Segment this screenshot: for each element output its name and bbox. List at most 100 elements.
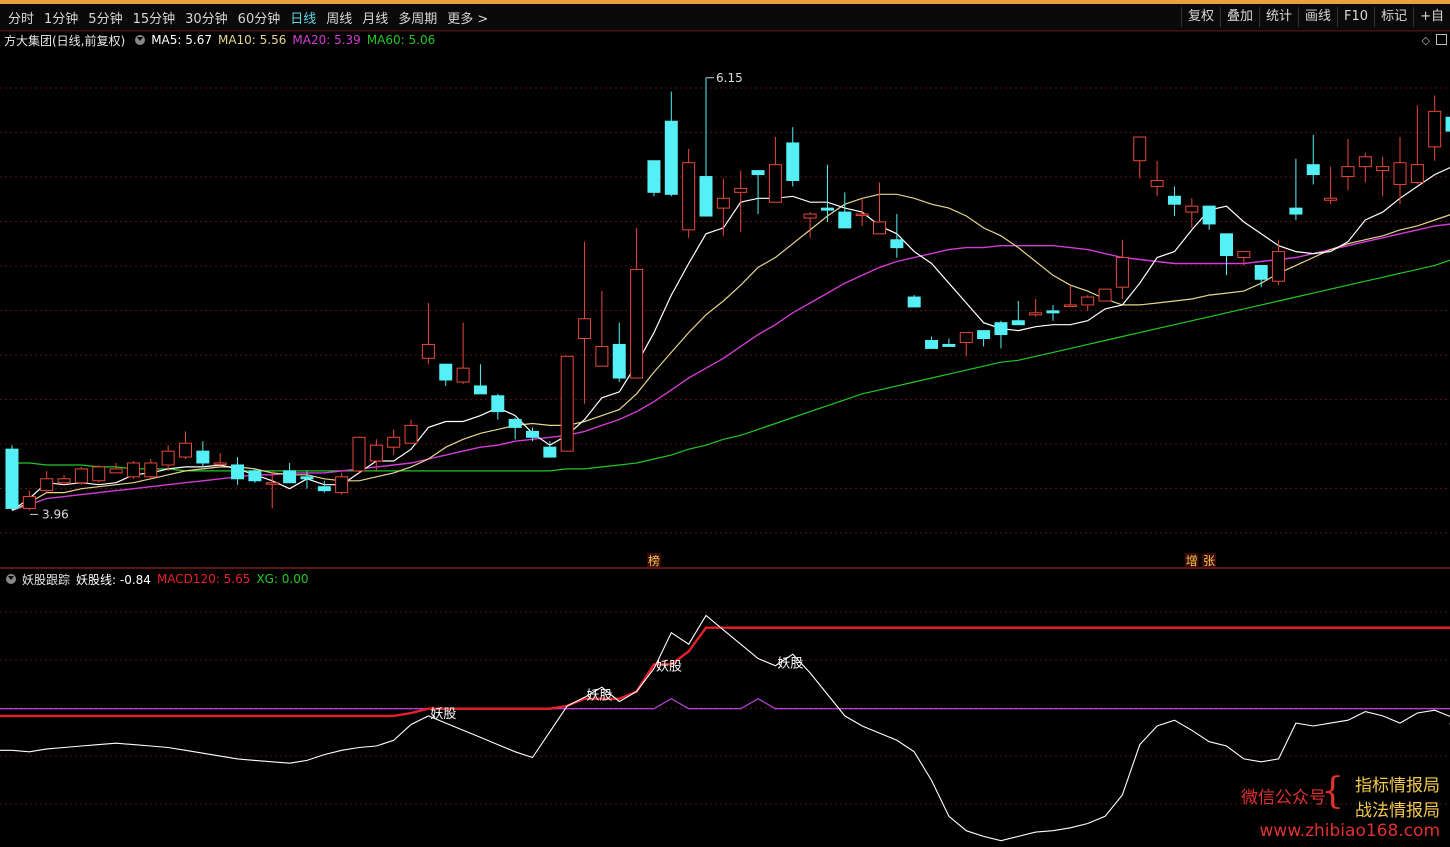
candle-body xyxy=(595,345,609,367)
candle-body xyxy=(1029,312,1043,316)
candle-body xyxy=(248,470,262,482)
candle-body xyxy=(907,296,921,308)
candle-body xyxy=(855,213,869,217)
candle-body xyxy=(491,395,505,413)
candle-body xyxy=(925,339,939,349)
candle-body xyxy=(1358,156,1372,168)
candle-body xyxy=(560,355,574,452)
candle-body xyxy=(1011,320,1025,326)
candle-body xyxy=(421,343,435,359)
candle-body xyxy=(1115,257,1129,288)
candle-body xyxy=(873,221,886,235)
candle-body xyxy=(1081,296,1095,306)
yao-signal-label: 妖股 xyxy=(777,657,803,672)
candle-body xyxy=(404,424,418,444)
candle-body xyxy=(820,207,834,211)
candle-body xyxy=(1324,197,1338,201)
candle-body xyxy=(664,120,678,195)
candle-body xyxy=(265,482,279,485)
candle-body xyxy=(1098,288,1112,302)
event-marker-label: 张 xyxy=(1203,554,1215,568)
candle-body xyxy=(543,446,557,458)
candle-body xyxy=(977,330,991,340)
watermark-name-2: 战法情报局 xyxy=(1355,801,1440,821)
yao-signal-label: 妖股 xyxy=(656,660,682,675)
candle-body xyxy=(213,462,227,465)
candle-body xyxy=(456,367,470,383)
candle-body xyxy=(1046,310,1060,314)
candle-body xyxy=(682,162,696,231)
watermark-label: 微信公众号 xyxy=(1241,788,1326,808)
candle-body xyxy=(1289,207,1303,215)
candle-body xyxy=(22,496,36,509)
candle-body xyxy=(890,239,904,249)
candle-body xyxy=(1445,116,1450,132)
macd120-line xyxy=(0,626,1450,718)
candle-body xyxy=(1167,195,1181,205)
candle-body xyxy=(231,464,245,480)
candle-body xyxy=(1237,251,1251,259)
ma5-line xyxy=(11,166,1450,511)
candle-body xyxy=(838,211,852,229)
candle-body xyxy=(1150,179,1164,187)
ma60-line xyxy=(12,259,1450,472)
candle-body xyxy=(1063,304,1077,307)
candle-body xyxy=(1410,164,1424,183)
watermark-url: www.zhibiao168.com xyxy=(1259,821,1440,841)
event-marker-label: 榜 xyxy=(648,553,660,568)
watermark-name-1: 指标情报局 xyxy=(1355,776,1440,796)
candle-body xyxy=(369,444,383,462)
candle-body xyxy=(612,343,626,379)
candle-body xyxy=(300,476,314,480)
candle-body xyxy=(1133,136,1147,162)
yao-signal-label: 妖股 xyxy=(587,688,613,703)
candle-body xyxy=(179,442,192,458)
candle-body xyxy=(92,466,106,482)
watermark-brace: { xyxy=(1321,771,1344,812)
candle-body xyxy=(196,450,210,464)
candle-body xyxy=(1376,166,1390,172)
candle-body xyxy=(1185,205,1199,213)
candle-body xyxy=(630,268,644,379)
yao-signal-label: 妖股 xyxy=(430,707,456,722)
candle-body xyxy=(699,176,713,217)
candle-body xyxy=(109,468,123,474)
candle-body xyxy=(57,478,71,484)
candle-body xyxy=(526,430,539,438)
candle-body xyxy=(283,470,297,484)
xg-line xyxy=(0,697,1450,710)
yao-line xyxy=(0,614,1450,842)
candle-body xyxy=(734,187,748,193)
candle-body xyxy=(1306,164,1320,176)
candle-body xyxy=(1428,110,1442,148)
candle-body xyxy=(803,213,817,219)
candle-body xyxy=(126,462,140,478)
candle-body xyxy=(716,197,730,209)
candle-body xyxy=(1254,264,1268,280)
high-price-label: 6.15 xyxy=(716,71,743,85)
candle-body xyxy=(786,142,800,181)
candle-body xyxy=(508,419,522,428)
candle-body xyxy=(1272,251,1286,282)
candle-body xyxy=(647,160,661,193)
candle-body xyxy=(335,476,349,494)
candle-body xyxy=(439,363,453,381)
candle-body xyxy=(994,322,1008,336)
candle-body xyxy=(768,164,782,203)
candle-body xyxy=(40,478,54,492)
candle-body xyxy=(5,448,19,509)
candle-body xyxy=(1202,205,1216,225)
candle-body xyxy=(959,332,973,343)
candle-body xyxy=(1341,166,1355,178)
candle-body xyxy=(942,343,956,347)
candle-body xyxy=(144,462,158,478)
candle-body xyxy=(161,450,175,466)
candle-body xyxy=(751,170,765,176)
candle-body xyxy=(1220,233,1233,257)
low-price-label: 3.96 xyxy=(42,507,69,521)
candle-body xyxy=(352,436,366,472)
candle-body xyxy=(74,468,88,484)
candle-body xyxy=(578,318,592,340)
price-chart[interactable]: 6.153.96榜增张妖股妖股妖股 妖股 xyxy=(0,0,1450,847)
candle-body xyxy=(473,385,487,395)
